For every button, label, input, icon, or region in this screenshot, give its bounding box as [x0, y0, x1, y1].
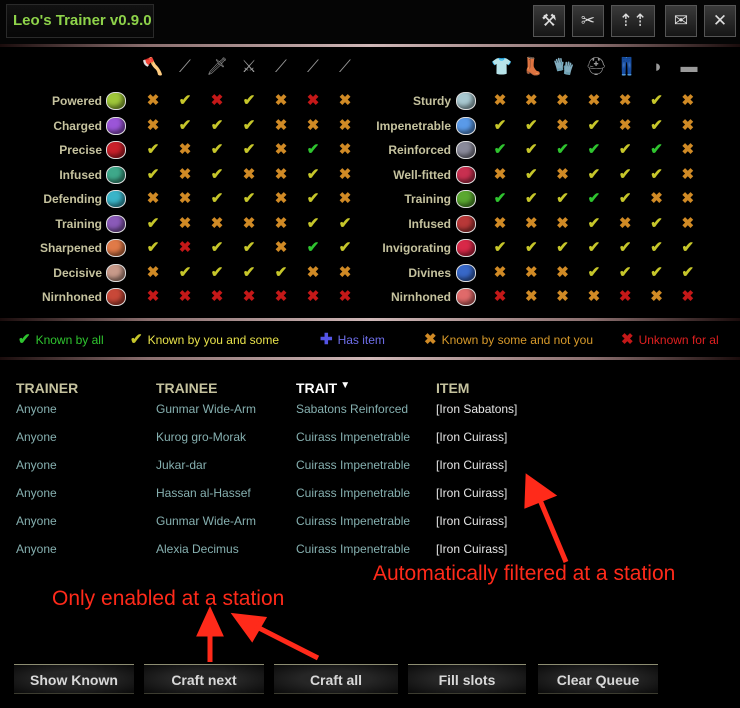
arrow-station-left-head	[196, 605, 224, 637]
fill-slots-button[interactable]: Fill slots	[408, 664, 526, 694]
arrow-filtered-head	[524, 473, 558, 509]
show-known-button[interactable]: Show Known	[14, 664, 134, 694]
arrow-station-right-line	[253, 623, 320, 661]
clear-queue-button[interactable]: Clear Queue	[538, 664, 658, 694]
craft-next-button[interactable]: Craft next	[144, 664, 264, 694]
craft-all-button[interactable]: Craft all	[274, 664, 398, 694]
annotation-station: Only enabled at a station	[52, 587, 285, 610]
arrow-filtered-line	[537, 499, 569, 563]
annotation-filtered: Automatically filtered at a station	[373, 562, 676, 585]
arrow-station-right-head	[230, 612, 268, 643]
